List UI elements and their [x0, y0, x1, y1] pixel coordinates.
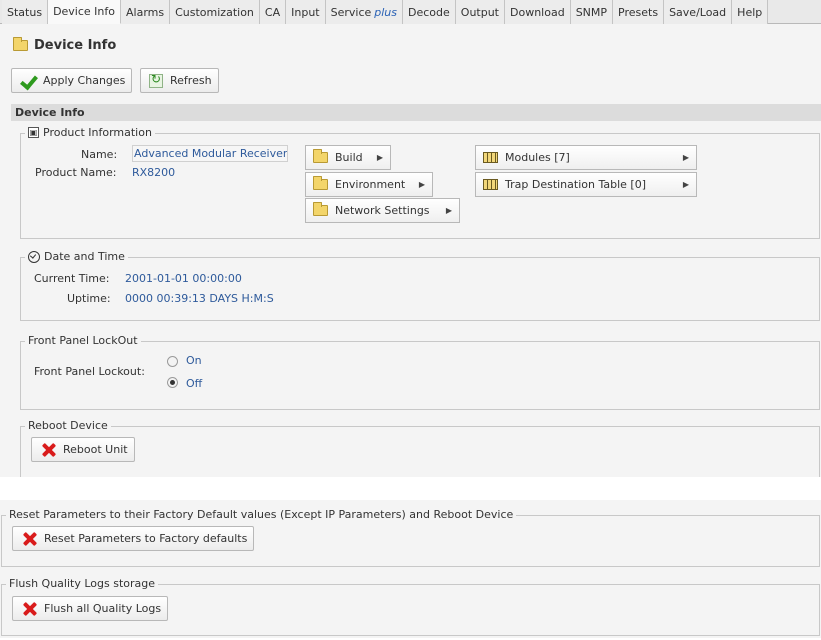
- tab-save-load[interactable]: Save/Load: [664, 0, 733, 24]
- product-name-value: RX8200: [132, 166, 176, 179]
- reset-to-factory-defaults-label: Reset Parameters to Factory defaults: [44, 532, 248, 545]
- tab-label: SNMP: [575, 5, 608, 19]
- current-time-value: 2001-01-01 00:00:00: [125, 272, 242, 285]
- reboot-device-legend: Reboot Device: [25, 419, 111, 432]
- tab-alarms[interactable]: Alarms: [121, 0, 171, 24]
- refresh-icon: [149, 72, 163, 88]
- tab-label: Status: [7, 5, 43, 19]
- reboot-device-fieldset: Reboot Device: [20, 419, 820, 477]
- red-x-icon: [21, 601, 37, 617]
- current-time-label: Current Time:: [34, 272, 110, 285]
- separator: [0, 477, 821, 500]
- red-x-icon: [40, 442, 56, 458]
- tab-label: Output: [460, 5, 499, 19]
- refresh-button[interactable]: Refresh: [140, 68, 219, 93]
- page-title: Device Info: [13, 37, 117, 53]
- arrow-right-icon: ▶: [682, 153, 689, 162]
- tab-label: Decode: [408, 5, 450, 19]
- tab-label: Help: [737, 5, 763, 19]
- tab-presets[interactable]: Presets: [613, 0, 665, 24]
- lockout-off-radio[interactable]: [167, 377, 178, 388]
- flush-all-quality-logs-label: Flush all Quality Logs: [44, 602, 162, 615]
- environment-button[interactable]: Environment ▶: [305, 172, 433, 197]
- refresh-label: Refresh: [170, 74, 212, 87]
- flush-quality-logs-legend: Flush Quality Logs storage: [6, 577, 159, 590]
- name-label: Name:: [81, 148, 118, 161]
- tab-device-info[interactable]: Device Info: [48, 0, 121, 24]
- reboot-unit-button[interactable]: Reboot Unit: [31, 437, 135, 462]
- folder-icon: [313, 202, 328, 216]
- apply-changes-button[interactable]: Apply Changes: [11, 68, 133, 93]
- tab-decode[interactable]: Decode: [403, 0, 456, 24]
- tab-customization[interactable]: Customization: [170, 0, 260, 24]
- modules-label: Modules [7]: [505, 151, 570, 164]
- tab-service-plus[interactable]: Service plus: [325, 0, 404, 24]
- tab-label: Presets: [618, 5, 659, 19]
- date-time-legend-text: Date and Time: [44, 250, 125, 263]
- tab-label: Input: [291, 5, 320, 19]
- front-panel-lockout-label: Front Panel Lockout:: [34, 365, 145, 378]
- tab-label: Service: [330, 5, 372, 19]
- tab-label: Download: [510, 5, 565, 19]
- tab-label-suffix: plus: [374, 5, 398, 19]
- network-settings-button[interactable]: Network Settings ▶: [305, 198, 460, 223]
- network-settings-label: Network Settings: [335, 204, 430, 217]
- arrow-right-icon: ▶: [682, 180, 689, 189]
- arrow-right-icon: ▶: [445, 206, 452, 215]
- date-time-legend: Date and Time: [25, 250, 128, 263]
- uptime-value: 0000 00:39:13 DAYS H:M:S: [125, 292, 274, 305]
- info-icon: ▣: [28, 127, 39, 138]
- red-x-icon: [21, 531, 37, 547]
- flush-all-quality-logs-button[interactable]: Flush all Quality Logs: [12, 596, 169, 621]
- apply-changes-label: Apply Changes: [43, 74, 126, 87]
- tab-snmp[interactable]: SNMP: [570, 0, 614, 24]
- product-name-label: Product Name:: [35, 166, 117, 179]
- arrow-right-icon: ▶: [418, 180, 425, 189]
- trap-destination-table-button[interactable]: Trap Destination Table [0] ▶: [475, 172, 697, 197]
- tab-bar: Status Device Info Alarms Customization …: [0, 0, 821, 24]
- modules-button[interactable]: Modules [7] ▶: [475, 145, 697, 170]
- checkmark-icon: [20, 74, 36, 88]
- build-label: Build: [335, 151, 363, 164]
- tab-label: Device Info: [53, 5, 115, 18]
- product-info-legend: ▣ Product Information: [25, 126, 155, 139]
- date-time-fieldset: Date and Time: [20, 250, 820, 321]
- tab-input[interactable]: Input: [286, 0, 326, 24]
- tab-label: CA: [264, 5, 281, 19]
- folder-icon: [313, 176, 328, 190]
- tab-label: Alarms: [126, 5, 165, 19]
- reset-to-factory-defaults-button[interactable]: Reset Parameters to Factory defaults: [12, 526, 255, 551]
- table-icon: [483, 152, 498, 163]
- front-panel-lockout-legend: Front Panel LockOut: [25, 334, 141, 347]
- folder-icon: [313, 149, 328, 163]
- clock-icon: [28, 250, 40, 263]
- environment-label: Environment: [335, 178, 406, 191]
- section-header: Device Info: [11, 104, 821, 121]
- table-icon: [483, 179, 498, 190]
- product-info-legend-text: Product Information: [43, 126, 152, 139]
- page-title-text: Device Info: [34, 38, 117, 53]
- lockout-on-radio[interactable]: [167, 356, 178, 367]
- reset-parameters-legend: Reset Parameters to their Factory Defaul…: [6, 508, 517, 521]
- lockout-off-label[interactable]: Off: [186, 377, 202, 390]
- trap-destination-label: Trap Destination Table [0]: [505, 178, 646, 191]
- tab-ca[interactable]: CA: [259, 0, 287, 24]
- lockout-on-label[interactable]: On: [186, 354, 202, 367]
- tab-output[interactable]: Output: [455, 0, 505, 24]
- folder-icon: [13, 37, 28, 51]
- reboot-unit-label: Reboot Unit: [63, 443, 128, 456]
- tab-help[interactable]: Help: [732, 0, 769, 24]
- name-field[interactable]: Advanced Modular Receiver: [132, 145, 288, 162]
- uptime-label: Uptime:: [67, 292, 111, 305]
- arrow-right-icon: ▶: [376, 153, 383, 162]
- tab-label: Customization: [175, 5, 254, 19]
- tab-download[interactable]: Download: [505, 0, 571, 24]
- tab-status[interactable]: Status: [2, 0, 49, 24]
- build-button[interactable]: Build ▶: [305, 145, 391, 170]
- tab-label: Save/Load: [669, 5, 727, 19]
